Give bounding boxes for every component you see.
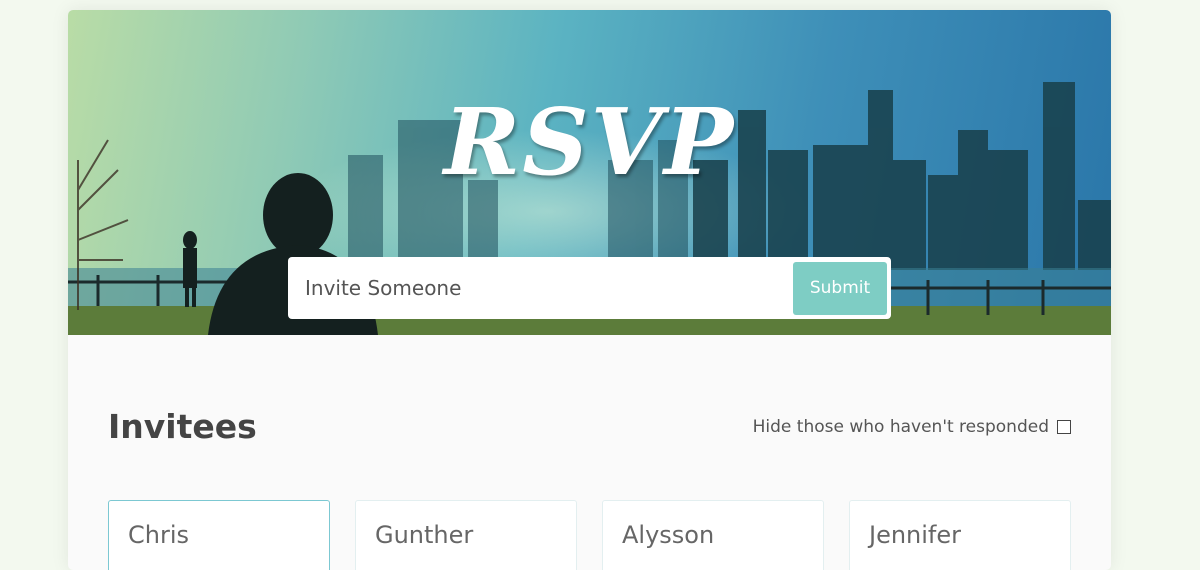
invitee-name: Chris [128, 521, 190, 549]
invite-form: Submit [288, 257, 891, 319]
invitee-card[interactable]: Chris [108, 500, 330, 570]
page-title: RSVP [443, 88, 736, 196]
filter-label: Hide those who haven't responded [752, 416, 1049, 437]
invitee-list: Chris Gunther Alysson Jennifer [108, 500, 1071, 570]
invitee-name: Jennifer [869, 521, 962, 549]
invitee-name: Alysson [622, 521, 715, 549]
invitee-card[interactable]: Alysson [602, 500, 824, 570]
app-card: RSVP Submit Invitees Hide those who have… [68, 10, 1111, 570]
invitee-name: Gunther [375, 521, 474, 549]
hide-unresponded-checkbox[interactable] [1057, 419, 1071, 434]
invitee-card[interactable]: Gunther [355, 500, 577, 570]
hide-unresponded-filter[interactable]: Hide those who haven't responded [753, 417, 1071, 437]
header-banner: RSVP Submit [68, 10, 1111, 335]
invitees-header: Invitees Hide those who haven't responde… [108, 407, 1071, 446]
submit-button[interactable]: Submit [793, 261, 887, 315]
invitees-heading: Invitees [108, 407, 257, 446]
invite-input[interactable] [292, 261, 793, 315]
invitee-card[interactable]: Jennifer [849, 500, 1071, 570]
